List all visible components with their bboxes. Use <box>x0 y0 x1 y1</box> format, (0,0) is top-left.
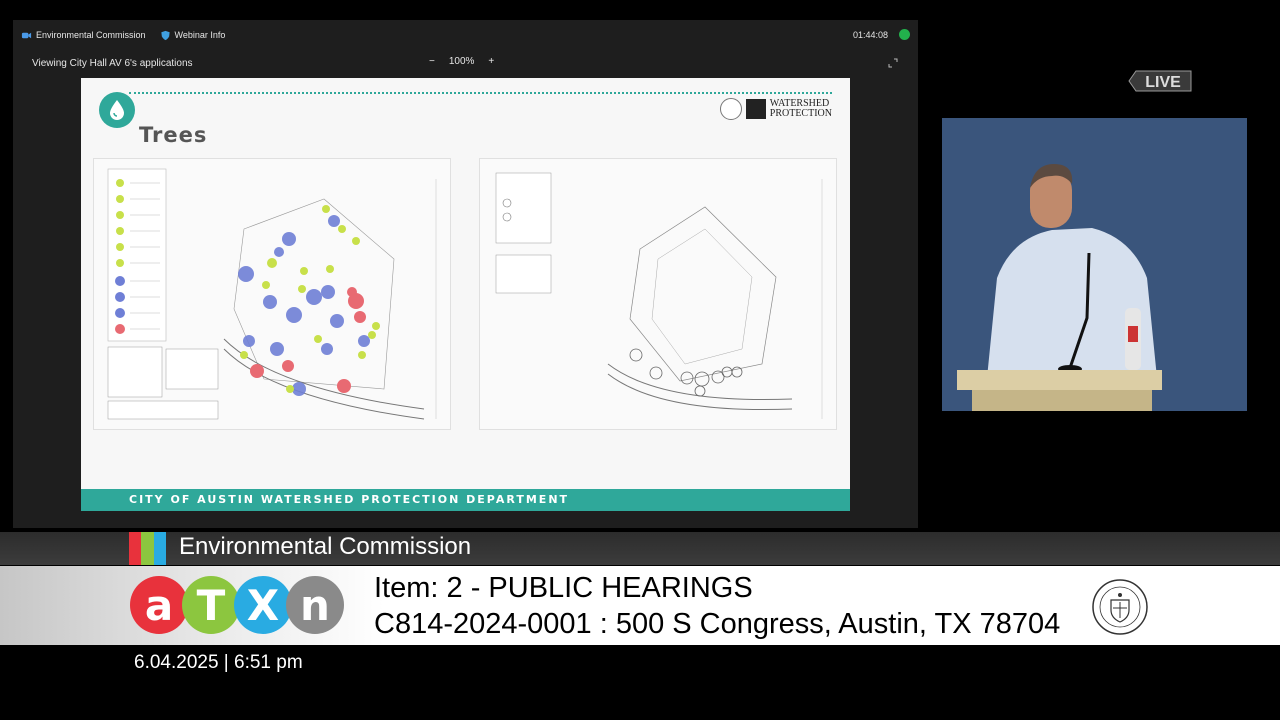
tab-environmental-commission[interactable]: Environmental Commission <box>21 30 146 41</box>
meeting-timer: 01:44:08 <box>852 30 888 40</box>
city-seal-icon <box>719 98 742 120</box>
slide-title: Trees <box>139 123 208 147</box>
viewing-label: Viewing City Hall AV 6's applications <box>32 58 193 69</box>
broadcast-date-time: 6.04.2025 | 6:51 pm <box>134 652 303 673</box>
webinar-window: Environmental Commission Webinar Info 01… <box>13 20 918 528</box>
slide-dotted-rule <box>129 92 832 94</box>
tab-label: Webinar Info <box>174 30 226 40</box>
stripe-green <box>141 532 154 565</box>
speaker-camera-feed <box>942 118 1247 411</box>
logo-text-line2: PROTECTION <box>769 108 832 119</box>
case-address: C814-2024-0001 : 500 S Congress, Austin,… <box>374 608 1061 640</box>
shared-slide: Trees WATERSHED PROTECTION CITY OF AUSTI… <box>81 78 850 511</box>
atxn-logo: a T X n <box>130 576 344 634</box>
tab-label: Environmental Commission <box>36 30 146 40</box>
zoom-in-button[interactable]: + <box>488 56 494 67</box>
atxn-letter-x: X <box>234 576 292 634</box>
connection-status-icon[interactable] <box>899 29 910 40</box>
watershed-protection-logo: WATERSHED PROTECTION <box>719 98 832 120</box>
zoom-level: 100% <box>448 56 475 67</box>
webinar-view-bar: Viewing City Hall AV 6's applications − … <box>13 50 918 76</box>
shield-icon <box>160 30 170 40</box>
commission-name: Environmental Commission <box>179 533 472 560</box>
stripe-red <box>129 532 142 565</box>
tree-survey-plan <box>93 158 451 430</box>
atxn-letter-n: n <box>286 576 344 634</box>
atxn-letter-a: a <box>130 576 188 634</box>
zoom-control: − 100% + <box>429 56 494 67</box>
site-plan <box>479 158 837 430</box>
slide-footer: CITY OF AUSTIN WATERSHED PROTECTION DEPA… <box>81 489 850 511</box>
watershed-mark-icon <box>745 99 766 119</box>
atxn-letter-t: T <box>182 576 240 634</box>
agenda-item: Item: 2 - PUBLIC HEARINGS <box>374 572 753 604</box>
tab-webinar-info[interactable]: Webinar Info <box>160 30 226 41</box>
fit-screen-icon[interactable] <box>888 58 898 68</box>
zoom-out-button[interactable]: − <box>429 56 435 67</box>
webinar-top-bar: Environmental Commission Webinar Info 01… <box>13 20 918 50</box>
live-badge: LIVE <box>1128 70 1192 92</box>
water-drop-icon <box>99 92 135 128</box>
live-label: LIVE <box>1145 74 1181 91</box>
broadcast-frame: Environmental Commission Webinar Info 01… <box>0 0 1280 720</box>
zoom-icon <box>21 32 32 38</box>
color-stripes <box>129 532 166 565</box>
city-of-austin-seal-icon <box>1092 579 1148 635</box>
stripe-blue <box>153 532 166 565</box>
